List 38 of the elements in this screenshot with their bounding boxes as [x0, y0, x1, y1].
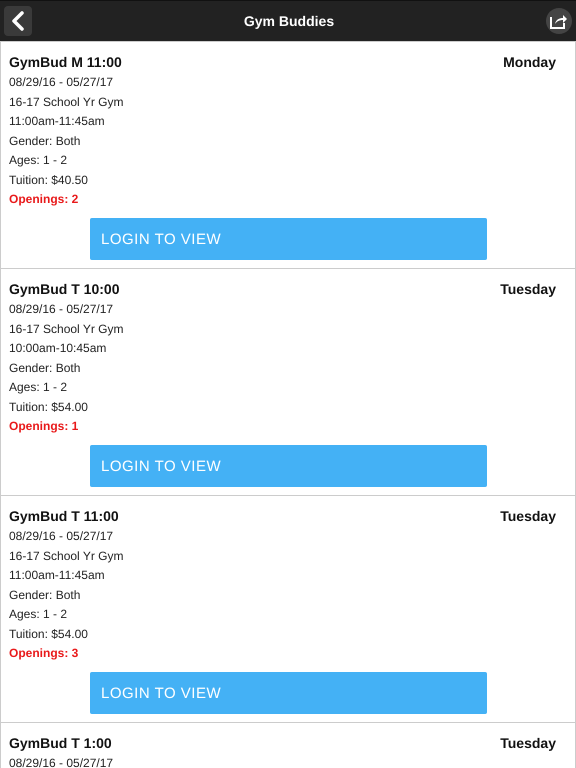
class-name: GymBud T 1:00 [9, 735, 112, 751]
class-detail: 10:00am-10:45am [9, 340, 108, 357]
class-name: GymBud M 11:00 [9, 54, 122, 70]
login-button[interactable]: LOGIN TO VIEW [90, 672, 487, 714]
class-detail: 08/29/16 - 05/27/17 [9, 528, 114, 545]
class-detail: 16-17 School Yr Gym [9, 94, 124, 110]
class-detail: 11:00am-11:45am [9, 567, 106, 584]
class-detail: Tuition: $54.00 [9, 398, 89, 416]
class-detail: 16-17 School Yr Gym [9, 548, 124, 564]
class-detail: Gender: Both [9, 360, 82, 376]
class-day: Tuesday [500, 508, 556, 524]
class-detail: 08/29/16 - 05/27/17 [9, 755, 114, 768]
login-button[interactable]: LOGIN TO VIEW [90, 218, 487, 260]
chevron-left-icon [11, 11, 25, 31]
class-detail: Tuition: $54.00 [9, 626, 89, 642]
class-name: GymBud T 11:00 [9, 508, 119, 524]
class-detail: Ages: 1 - 2 [9, 606, 68, 623]
class-detail: Gender: Both [9, 586, 82, 604]
class-detail: Ages: 1 - 2 [9, 379, 68, 396]
page-title: Gym Buddies [244, 13, 334, 29]
share-button[interactable] [546, 8, 572, 34]
class-detail: 16-17 School Yr Gym [9, 320, 124, 338]
class-detail: 11:00am-11:45am [9, 113, 106, 130]
class-detail: 08/29/16 - 05/27/17 [9, 74, 114, 91]
class-detail: 08/29/16 - 05/27/17 [9, 301, 114, 318]
class-day: Monday [503, 54, 556, 70]
class-detail: Tuition: $40.50 [9, 172, 89, 188]
back-button[interactable] [4, 6, 32, 36]
class-detail: Gender: Both [9, 132, 82, 150]
openings-count: Openings: 3 [9, 645, 80, 662]
class-day: Tuesday [500, 735, 556, 751]
class-day: Tuesday [500, 281, 556, 297]
openings-count: Openings: 2 [9, 191, 80, 208]
class-name: GymBud T 10:00 [9, 281, 120, 297]
openings-count: Openings: 1 [9, 418, 80, 435]
class-detail: Ages: 1 - 2 [9, 152, 68, 169]
login-button[interactable]: LOGIN TO VIEW [90, 445, 487, 487]
share-icon [550, 13, 568, 29]
